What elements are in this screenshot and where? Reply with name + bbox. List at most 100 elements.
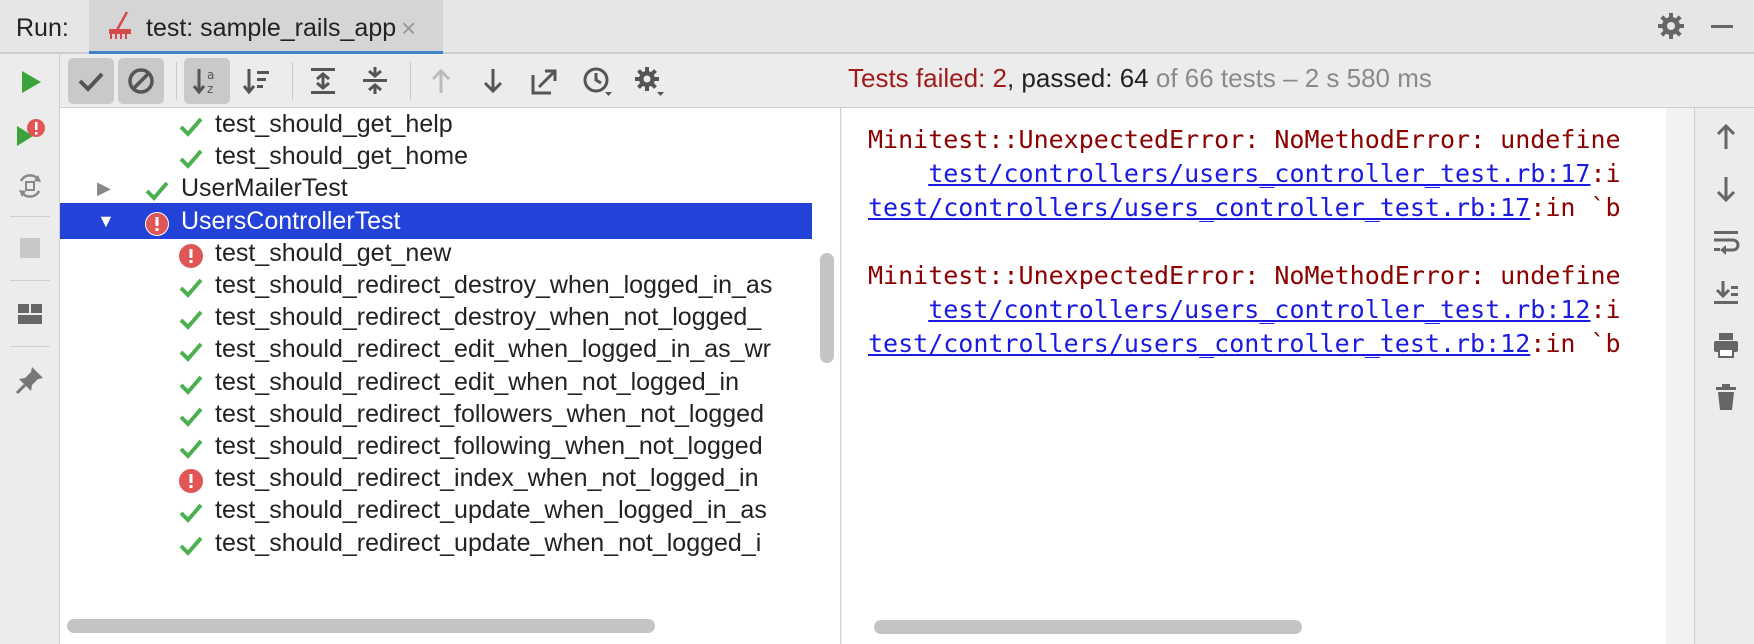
minimize-icon[interactable]	[1711, 25, 1733, 28]
test-tree-row[interactable]: test_should_redirect_followers_when_not_…	[60, 396, 812, 432]
console-line: test/controllers/users_controller_test.r…	[868, 327, 1621, 361]
chevron-down-icon[interactable]: ▼	[97, 203, 115, 239]
test-name-label: UsersControllerTest	[181, 206, 401, 235]
tab-label: test: sample_rails_app	[146, 14, 397, 42]
console-output: Minitest::UnexpectedError: NoMethodError…	[842, 108, 1666, 644]
console-text: :i	[1590, 295, 1621, 324]
test-name-label: test_should_redirect_followers_when_not_…	[215, 399, 764, 428]
passed-check-icon	[179, 371, 203, 395]
horizontal-scrollbar[interactable]	[67, 619, 655, 633]
separator	[10, 280, 50, 281]
test-settings-button[interactable]	[626, 58, 672, 104]
chevron-right-icon[interactable]: ▶	[97, 170, 111, 206]
test-tree-row[interactable]: test_should_redirect_update_when_not_log…	[60, 525, 812, 561]
console-line: Minitest::UnexpectedError: NoMethodError…	[868, 123, 1621, 157]
passed-check-icon	[179, 113, 203, 137]
svg-text:a: a	[207, 68, 214, 82]
test-tree-row[interactable]: test_should_redirect_edit_when_logged_in…	[60, 331, 812, 367]
stacktrace-link[interactable]: test/controllers/users_controller_test.r…	[928, 159, 1590, 188]
passed-check-icon	[179, 403, 203, 427]
test-name-label: test_should_get_home	[215, 142, 468, 171]
test-tree-row[interactable]: test_should_redirect_destroy_when_logged…	[60, 267, 812, 303]
test-tree: test_should_get_help test_should_get_home…	[60, 108, 841, 644]
separator	[176, 62, 177, 100]
test-toolbar: az Tests failed: 2, passed: 64 of 66 tes…	[60, 54, 1754, 108]
svg-text:z: z	[207, 82, 213, 96]
test-name-label: test_should_get_help	[215, 110, 453, 138]
separator	[10, 346, 50, 347]
next-failed-button[interactable]	[470, 58, 516, 104]
separator	[410, 62, 411, 100]
arrow-up-icon[interactable]	[1711, 122, 1741, 152]
stacktrace-link[interactable]: test/controllers/users_controller_test.r…	[868, 193, 1530, 222]
console-text: :in `b	[1530, 193, 1621, 222]
passed-check-icon	[179, 435, 203, 459]
stop-icon[interactable]	[14, 232, 46, 264]
print-icon[interactable]	[1711, 330, 1741, 360]
test-tree-row[interactable]: test_should_get_home	[60, 138, 812, 174]
expand-all-button[interactable]	[300, 58, 346, 104]
horizontal-scrollbar[interactable]	[874, 620, 1302, 634]
sort-by-duration-button[interactable]	[234, 58, 280, 104]
failed-error-icon	[179, 242, 203, 268]
test-tree-row[interactable]: ▼ UsersControllerTest	[60, 202, 812, 239]
status-passed: , passed: 64	[1006, 63, 1149, 93]
close-icon[interactable]: ×	[401, 13, 416, 44]
left-toolbar	[0, 54, 60, 644]
test-tree-row[interactable]: ▶ UserMailerTest	[60, 170, 812, 206]
console-toolbar	[1694, 108, 1754, 644]
scroll-to-end-icon[interactable]	[1711, 278, 1741, 308]
export-results-button[interactable]	[522, 58, 568, 104]
console-text: :i	[1590, 159, 1621, 188]
test-tree-row[interactable]: test_should_redirect_following_when_not_…	[60, 428, 812, 464]
test-tree-row[interactable]: test_should_redirect_edit_when_not_logge…	[60, 364, 812, 400]
test-tree-row[interactable]: test_should_redirect_update_when_logged_…	[60, 492, 812, 528]
passed-check-icon	[179, 145, 203, 170]
console-line: test/controllers/users_controller_test.r…	[868, 157, 1621, 191]
toggle-auto-test-icon[interactable]	[14, 170, 46, 202]
test-name-label: UserMailerTest	[181, 174, 348, 203]
separator	[292, 62, 293, 100]
test-name-label: test_should_redirect_following_when_not_…	[215, 432, 763, 460]
sort-alphabetically-button[interactable]: az	[184, 58, 230, 104]
failed-error-icon	[145, 210, 169, 236]
rerun-icon[interactable]	[14, 66, 46, 98]
tool-window-header: Run: test: sample_rails_app ×	[0, 0, 1754, 54]
test-name-label: test_should_redirect_edit_when_logged_in…	[215, 335, 771, 364]
test-tree-row[interactable]: test_should_redirect_destroy_when_not_lo…	[60, 299, 812, 335]
collapse-all-button[interactable]	[352, 58, 398, 104]
rake-icon	[107, 10, 137, 45]
run-label: Run:	[16, 14, 69, 42]
test-tree-row[interactable]: test_should_get_new	[60, 235, 812, 271]
pin-icon[interactable]	[14, 364, 46, 396]
test-history-button[interactable]	[574, 58, 620, 104]
console-text: :in `b	[1530, 329, 1621, 358]
test-status-summary: Tests failed: 2, passed: 64 of 66 tests …	[848, 63, 1432, 94]
show-passed-button[interactable]	[68, 58, 114, 104]
passed-check-icon	[145, 177, 169, 202]
clear-all-icon[interactable]	[1711, 382, 1741, 412]
rerun-failed-icon[interactable]	[14, 118, 46, 150]
separator	[10, 216, 50, 217]
stacktrace-link[interactable]: test/controllers/users_controller_test.r…	[928, 295, 1590, 324]
vertical-scrollbar[interactable]	[820, 253, 834, 363]
status-failed: Tests failed: 2	[848, 63, 1007, 93]
arrow-down-icon[interactable]	[1711, 174, 1741, 204]
stacktrace-link[interactable]: test/controllers/users_controller_test.r…	[868, 329, 1530, 358]
test-name-label: test_should_get_new	[215, 238, 452, 267]
tab-test-sample-rails-app[interactable]: test: sample_rails_app ×	[89, 0, 443, 54]
status-total: of 66 tests – 2 s 580 ms	[1148, 63, 1432, 93]
previous-failed-button[interactable]	[418, 58, 464, 104]
passed-check-icon	[179, 532, 203, 556]
layout-icon[interactable]	[14, 298, 46, 330]
passed-check-icon	[179, 499, 203, 524]
console-line: test/controllers/users_controller_test.r…	[868, 293, 1621, 327]
soft-wrap-icon[interactable]	[1711, 226, 1741, 256]
gear-icon[interactable]	[1656, 11, 1686, 46]
test-tree-row[interactable]: test_should_redirect_index_when_not_logg…	[60, 460, 812, 496]
test-tree-row[interactable]: test_should_get_help	[60, 108, 812, 142]
passed-check-icon	[179, 274, 203, 298]
console-text: Minitest::UnexpectedError: NoMethodError…	[868, 261, 1621, 290]
show-ignored-button[interactable]	[118, 58, 164, 104]
